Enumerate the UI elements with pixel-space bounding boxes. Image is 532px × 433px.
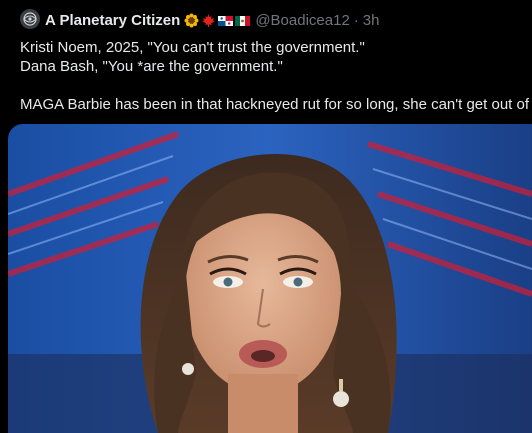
news-photo <box>8 124 532 433</box>
avatar[interactable] <box>20 9 40 29</box>
post-line: Dana Bash, "You *are the government." <box>20 58 283 75</box>
author-name[interactable]: A Planetary Citizen <box>45 12 180 29</box>
post-line: MAGA Barbie has been in that hackneyed r… <box>20 96 532 113</box>
tweet[interactable]: A Planetary Citizen @Boadicea12 · 3h Kri… <box>0 0 532 433</box>
post-header: A Planetary Citizen @Boadicea12 · 3h <box>45 9 379 31</box>
post-text: Kristi Noem, 2025, "You can't trust the … <box>20 38 532 114</box>
post-line: Kristi Noem, 2025, "You can't trust the … <box>20 39 365 56</box>
author-handle[interactable]: @Boadicea12 <box>255 12 349 29</box>
mexico-flag-icon <box>235 13 251 28</box>
maple-leaf-icon <box>201 13 216 28</box>
panama-flag-icon <box>218 13 234 28</box>
sunflower-icon <box>184 13 199 28</box>
post-timestamp[interactable]: 3h <box>363 12 380 29</box>
separator-dot: · <box>353 11 359 29</box>
post-media-image[interactable] <box>8 124 532 433</box>
